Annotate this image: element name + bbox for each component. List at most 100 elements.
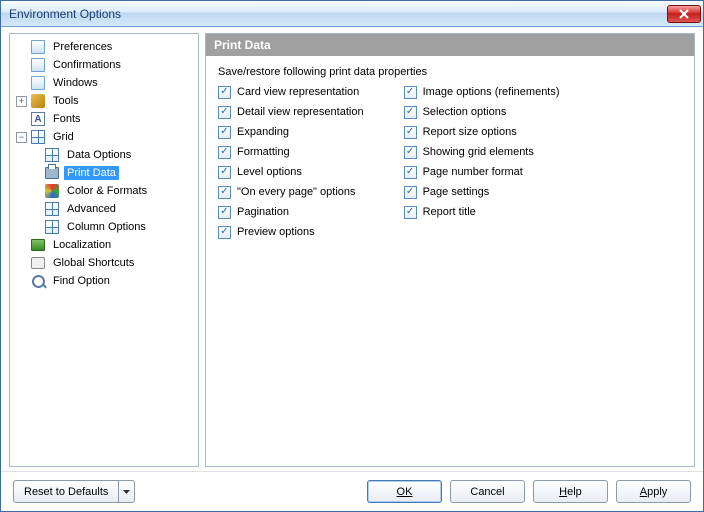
checkbox-label: Pagination <box>237 206 289 218</box>
tree-label: Find Option <box>50 274 113 288</box>
help-button[interactable]: Help <box>533 480 608 503</box>
expander-placeholder <box>16 258 27 269</box>
find-icon <box>30 273 46 289</box>
tree-item-localization[interactable]: Localization <box>12 236 196 254</box>
panel-title: Print Data <box>206 34 694 56</box>
tree-label: Advanced <box>64 202 119 216</box>
fonts-icon: A <box>30 111 46 127</box>
grid-icon <box>30 129 46 145</box>
checkbox[interactable]: ✓ <box>404 86 417 99</box>
expander-placeholder <box>16 60 27 71</box>
reset-defaults-dropdown[interactable] <box>119 480 135 503</box>
tree-item-find-option[interactable]: Find Option <box>12 272 196 290</box>
tree-label: Confirmations <box>50 58 124 72</box>
checkbox[interactable]: ✓ <box>218 206 231 219</box>
tree-item-data-options[interactable]: Data Options <box>12 146 196 164</box>
checkbox[interactable]: ✓ <box>218 166 231 179</box>
expander-placeholder <box>16 114 27 125</box>
tree-item-preferences[interactable]: Preferences <box>12 38 196 56</box>
panel-body: Save/restore following print data proper… <box>206 56 694 466</box>
color-icon <box>44 183 60 199</box>
checkbox-row[interactable]: ✓Image options (refinements) <box>404 84 560 100</box>
checkbox[interactable]: ✓ <box>218 106 231 119</box>
checkbox[interactable]: ✓ <box>218 86 231 99</box>
checkbox-label: Level options <box>237 166 302 178</box>
checkbox[interactable]: ✓ <box>404 106 417 119</box>
checkbox-row[interactable]: ✓ Card view representation <box>218 84 364 100</box>
button-label: Apply <box>640 486 668 498</box>
tree-label: Localization <box>50 238 114 252</box>
checkbox-label: Page settings <box>423 186 490 198</box>
button-bar: Reset to Defaults OK Cancel Help Apply <box>1 471 703 511</box>
checkbox[interactable]: ✓ <box>404 146 417 159</box>
checkbox-row[interactable]: ✓ Detail view representation <box>218 104 364 120</box>
tree-item-fonts[interactable]: A Fonts <box>12 110 196 128</box>
nav-tree[interactable]: Preferences Confirmations Windows + Tool… <box>9 33 199 467</box>
tree-item-confirmations[interactable]: Confirmations <box>12 56 196 74</box>
tree-item-column-options[interactable]: Column Options <box>12 218 196 236</box>
checkbox[interactable]: ✓ <box>218 146 231 159</box>
checkbox-row[interactable]: ✓ Preview options <box>218 224 364 240</box>
checkbox[interactable]: ✓ <box>404 186 417 199</box>
checkbox[interactable]: ✓ <box>218 186 231 199</box>
checkbox-label: Page number format <box>423 166 523 178</box>
window-title: Environment Options <box>9 7 667 21</box>
checkbox-row[interactable]: ✓ Page settings <box>404 184 560 200</box>
checkbox-label: Preview options <box>237 226 315 238</box>
shortcuts-icon <box>30 255 46 271</box>
tree-item-advanced[interactable]: Advanced <box>12 200 196 218</box>
checkbox-label: Detail view representation <box>237 106 364 118</box>
checkbox[interactable]: ✓ <box>404 166 417 179</box>
checkbox-row[interactable]: ✓ Report size options <box>404 124 560 140</box>
preferences-icon <box>30 39 46 55</box>
tree-label: Print Data <box>64 166 119 180</box>
tree-item-grid[interactable]: − Grid <box>12 128 196 146</box>
ok-button[interactable]: OK <box>367 480 442 503</box>
checkbox-row[interactable]: ✓ Level options <box>218 164 364 180</box>
checkbox-row[interactable]: ✓ Formatting <box>218 144 364 160</box>
collapse-icon[interactable]: − <box>16 132 27 143</box>
checkbox-label: Report size options <box>423 126 517 138</box>
button-label: Cancel <box>470 486 504 498</box>
windows-icon <box>30 75 46 91</box>
checkbox-label: Expanding <box>237 126 289 138</box>
tree-item-tools[interactable]: + Tools <box>12 92 196 110</box>
checkbox-label: Formatting <box>237 146 290 158</box>
reset-defaults-split-button[interactable]: Reset to Defaults <box>13 480 135 503</box>
dialog-window: Environment Options Preferences Confirma… <box>0 0 704 512</box>
close-icon <box>679 9 689 19</box>
checkbox-label: Report title <box>423 206 476 218</box>
checkbox[interactable]: ✓ <box>218 226 231 239</box>
data-options-icon <box>44 147 60 163</box>
checkbox-row[interactable]: ✓ Expanding <box>218 124 364 140</box>
checkbox[interactable]: ✓ <box>218 126 231 139</box>
reset-defaults-button[interactable]: Reset to Defaults <box>13 480 119 503</box>
checkbox-row[interactable]: ✓Selection options <box>404 104 560 120</box>
expand-icon[interactable]: + <box>16 96 27 107</box>
button-label: Help <box>559 486 582 498</box>
tree-label: Color & Formats <box>64 184 150 198</box>
tree-item-color-formats[interactable]: Color & Formats <box>12 182 196 200</box>
checkbox-column-right: ✓Image options (refinements) ✓Selection o… <box>404 84 560 240</box>
close-button[interactable] <box>667 5 701 23</box>
checkbox-row[interactable]: ✓"On every page" options <box>218 184 364 200</box>
titlebar: Environment Options <box>1 1 703 27</box>
checkbox-row[interactable]: ✓ Page number format <box>404 164 560 180</box>
checkbox-row[interactable]: ✓ Report title <box>404 204 560 220</box>
checkbox-row[interactable]: ✓Showing grid elements <box>404 144 560 160</box>
tree-label: Global Shortcuts <box>50 256 137 270</box>
apply-button[interactable]: Apply <box>616 480 691 503</box>
cancel-button[interactable]: Cancel <box>450 480 525 503</box>
tree-label: Tools <box>50 94 82 108</box>
checkbox[interactable]: ✓ <box>404 126 417 139</box>
checkbox-label: Card view representation <box>237 86 359 98</box>
checkbox-row[interactable]: ✓ Pagination <box>218 204 364 220</box>
tree-label: Preferences <box>50 40 115 54</box>
button-label: Reset to Defaults <box>24 486 108 498</box>
tree-item-global-shortcuts[interactable]: Global Shortcuts <box>12 254 196 272</box>
tree-item-windows[interactable]: Windows <box>12 74 196 92</box>
tools-icon <box>30 93 46 109</box>
checkbox[interactable]: ✓ <box>404 206 417 219</box>
tree-item-print-data[interactable]: Print Data <box>12 164 196 182</box>
button-label: OK <box>397 486 413 498</box>
